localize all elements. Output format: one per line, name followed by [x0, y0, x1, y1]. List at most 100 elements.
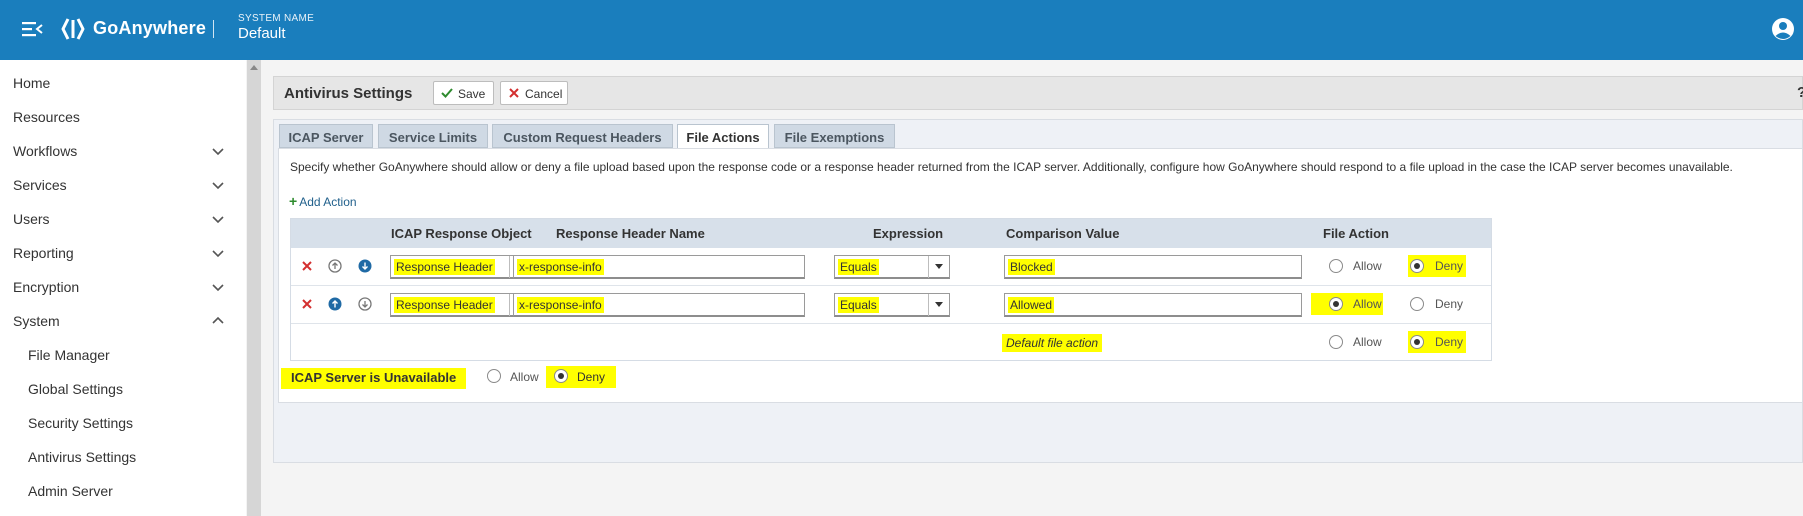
- unavailable-allow-label: Allow: [510, 370, 539, 384]
- row-divider: [291, 323, 1491, 324]
- sidebar-item-workflows[interactable]: Workflows: [0, 134, 246, 168]
- sidebar-item-users[interactable]: Users: [0, 202, 246, 236]
- help-button[interactable]: ?: [1797, 84, 1803, 101]
- sidebar-item-services[interactable]: Services: [0, 168, 246, 202]
- deny-radio[interactable]: [1410, 297, 1424, 311]
- allow-radio-label: Allow: [1353, 335, 1382, 349]
- icap-response-object-select[interactable]: Response Header: [390, 293, 531, 317]
- input-value: Blocked: [1008, 259, 1055, 275]
- dropdown-toggle[interactable]: [928, 294, 949, 316]
- sidebar-item-encryption[interactable]: Encryption: [0, 270, 246, 304]
- deny-radio-label: Deny: [1435, 335, 1464, 349]
- sidebar-item-label: Admin Server: [28, 483, 113, 499]
- column-header: Response Header Name: [556, 226, 705, 241]
- chevron-down-icon: [212, 216, 224, 224]
- tab-label: Service Limits: [388, 130, 478, 145]
- page-title: Antivirus Settings: [284, 85, 413, 102]
- deny-radio[interactable]: [1410, 259, 1424, 273]
- allow-radio[interactable]: [1329, 335, 1343, 349]
- chevron-up-icon: [212, 316, 224, 324]
- allow-radio-label: Allow: [1353, 259, 1382, 273]
- sidebar-item-home[interactable]: Home: [0, 66, 246, 100]
- goanywhere-logo-icon: [61, 18, 85, 40]
- sidebar-item-resources[interactable]: Resources: [0, 100, 246, 134]
- sidebar-item-label: Home: [13, 75, 51, 91]
- add-action-link[interactable]: + Add Action: [289, 193, 357, 209]
- user-account-icon[interactable]: [1771, 17, 1795, 41]
- chevron-down-icon: [212, 148, 224, 156]
- cancel-button-label: Cancel: [525, 87, 563, 101]
- tab-icap-server[interactable]: ICAP Server: [279, 124, 373, 148]
- sidebar-item-reporting[interactable]: Reporting: [0, 236, 246, 270]
- select-value: Response Header: [394, 259, 495, 275]
- unavailable-deny-radio[interactable]: [554, 369, 568, 383]
- chevron-down-icon: [935, 264, 943, 269]
- sidebar-item-label: Global Settings: [28, 381, 123, 397]
- tab-label: ICAP Server: [288, 130, 364, 145]
- input-value: Allowed: [1008, 297, 1055, 313]
- row-divider: [291, 285, 1491, 286]
- move-up-icon[interactable]: [328, 297, 342, 311]
- chevron-down-icon: [935, 302, 943, 307]
- icap-response-object-select[interactable]: Response Header: [390, 255, 531, 279]
- allow-radio[interactable]: [1329, 259, 1343, 273]
- unavailable-allow-radio[interactable]: [487, 369, 501, 383]
- checkmark-icon: [441, 88, 453, 98]
- delete-row-icon[interactable]: [302, 261, 312, 271]
- sidebar-item-admin-server[interactable]: Admin Server: [0, 474, 246, 508]
- tab-file-exemptions[interactable]: File Exemptions: [774, 124, 895, 148]
- tab-custom-request-headers[interactable]: Custom Request Headers: [492, 124, 673, 148]
- sidebar-item-label: Antivirus Settings: [28, 449, 137, 465]
- response-header-name-input[interactable]: x-response-info: [513, 293, 805, 317]
- allow-radio[interactable]: [1329, 297, 1343, 311]
- deny-radio[interactable]: [1410, 335, 1424, 349]
- sidebar-item-label: System: [13, 313, 60, 329]
- chevron-down-icon: [212, 250, 224, 258]
- sidebar-item-global-settings[interactable]: Global Settings: [0, 372, 246, 406]
- scroll-up-arrow-icon[interactable]: [250, 64, 258, 70]
- sidebar-item-antivirus-settings[interactable]: Antivirus Settings: [0, 440, 246, 474]
- sidebar-item-label: Resources: [13, 109, 80, 125]
- system-name-label: SYSTEM NAME: [238, 13, 315, 24]
- move-down-icon[interactable]: [358, 297, 372, 311]
- expression-select[interactable]: Equals: [834, 293, 950, 317]
- top-bar: GoAnywhere SYSTEM NAME Default: [0, 0, 1803, 60]
- sidebar-item-label: Security Settings: [28, 415, 134, 431]
- comparison-value-input[interactable]: Allowed: [1004, 293, 1302, 317]
- expression-select[interactable]: Equals: [834, 255, 950, 279]
- tab-service-limits[interactable]: Service Limits: [378, 124, 488, 148]
- sidebar-scrollbar[interactable]: [247, 60, 261, 516]
- system-name-value: Default: [238, 25, 286, 42]
- plus-icon: +: [289, 193, 298, 209]
- add-action-label: Add Action: [299, 195, 357, 209]
- dropdown-toggle[interactable]: [928, 256, 949, 278]
- chevron-down-icon: [212, 284, 224, 292]
- sidebar: Home Resources Workflows Services Users …: [0, 60, 246, 516]
- comparison-value-input[interactable]: Blocked: [1004, 255, 1302, 279]
- deny-radio-label: Deny: [1435, 259, 1464, 273]
- sidebar-item-file-manager[interactable]: File Manager: [0, 338, 246, 372]
- save-button[interactable]: Save: [433, 81, 494, 105]
- close-icon: [509, 88, 519, 98]
- tab-file-actions[interactable]: File Actions: [677, 124, 769, 149]
- menu-collapse-icon[interactable]: [20, 19, 44, 39]
- move-up-icon[interactable]: [328, 259, 342, 273]
- save-button-label: Save: [458, 87, 486, 101]
- response-header-name-input[interactable]: x-response-info: [513, 255, 805, 279]
- brand-divider: [213, 20, 214, 38]
- input-value: x-response-info: [517, 297, 604, 313]
- move-down-icon[interactable]: [358, 259, 372, 273]
- sidebar-item-label: Services: [13, 177, 67, 193]
- file-actions-description: Specify whether GoAnywhere should allow …: [290, 160, 1733, 174]
- select-value: Equals: [838, 259, 879, 275]
- delete-row-icon[interactable]: [302, 299, 312, 309]
- default-file-action-label: Default file action: [1002, 334, 1103, 352]
- cancel-button[interactable]: Cancel: [500, 81, 568, 105]
- sidebar-item-label: Users: [13, 211, 50, 227]
- sidebar-item-label: Reporting: [13, 245, 74, 261]
- sidebar-item-label: Encryption: [13, 279, 80, 295]
- sidebar-item-security-settings[interactable]: Security Settings: [0, 406, 246, 440]
- tab-label: File Actions: [686, 130, 760, 145]
- sidebar-item-system[interactable]: System: [0, 304, 246, 338]
- tab-label: File Exemptions: [784, 130, 885, 145]
